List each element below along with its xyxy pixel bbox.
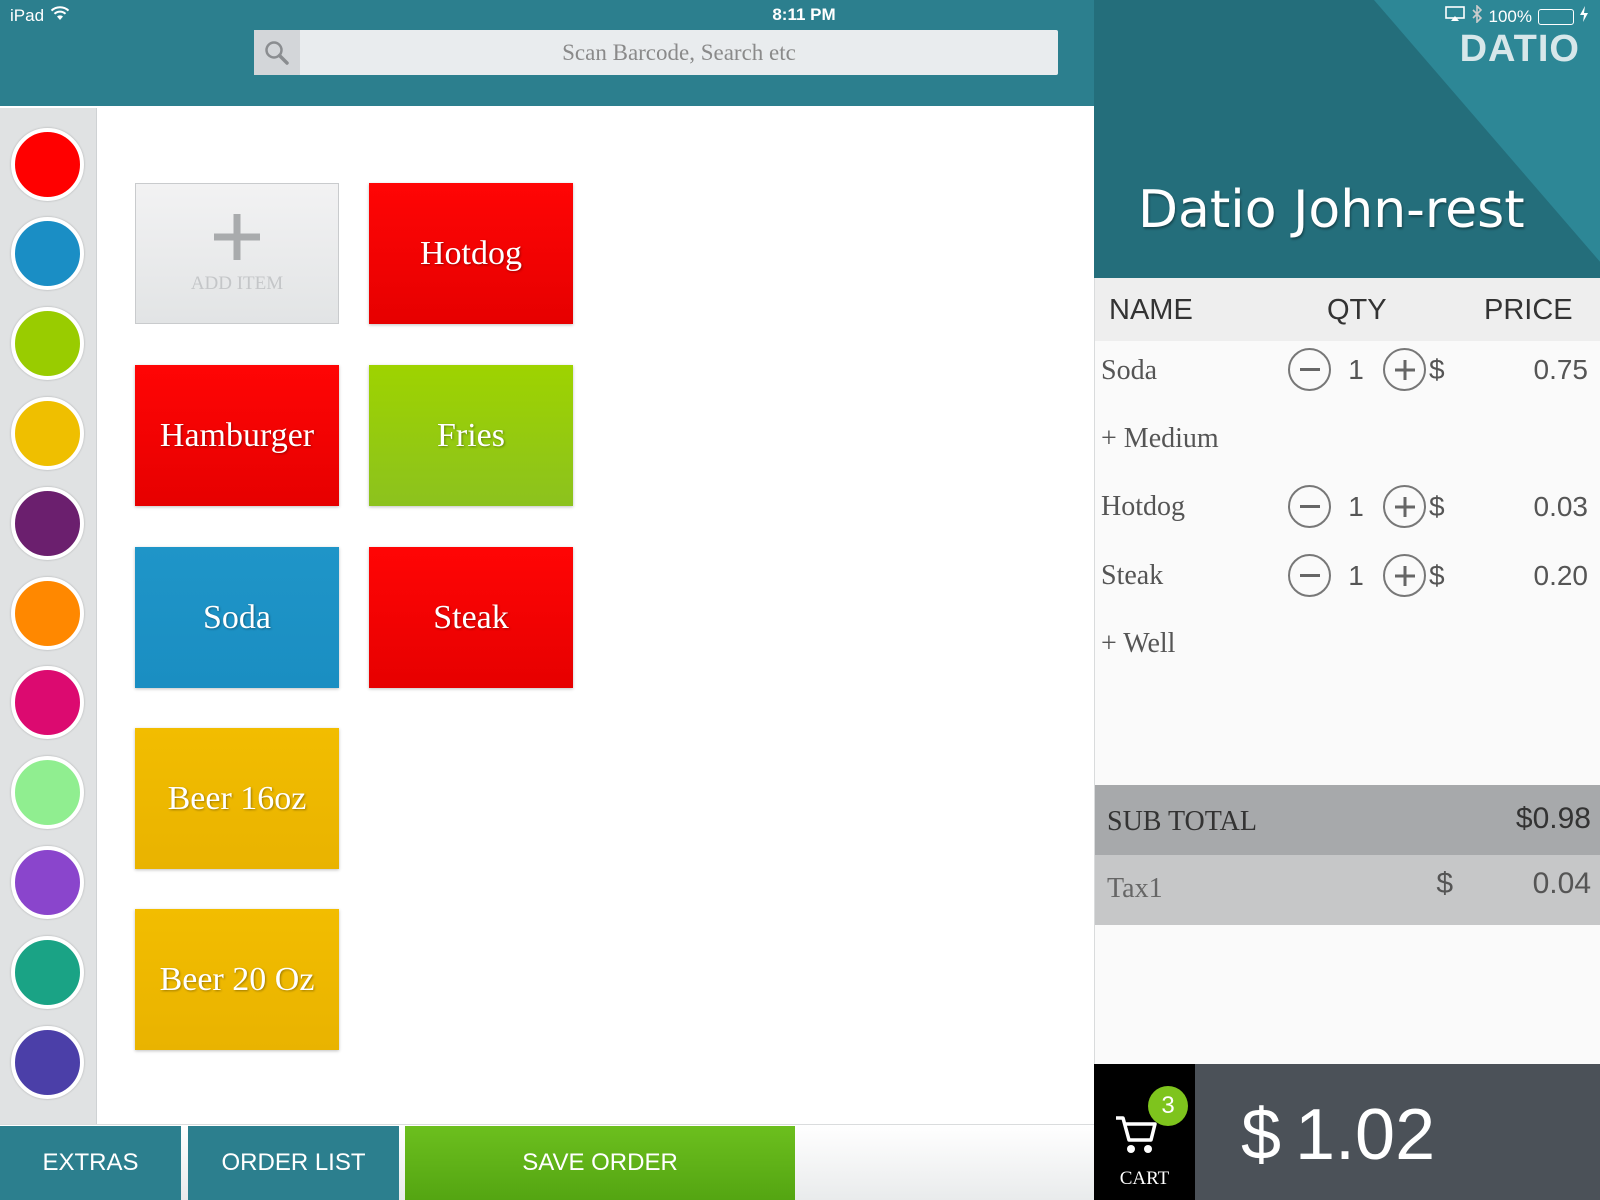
- cart-item-name[interactable]: Soda: [1101, 355, 1157, 387]
- col-price-header: PRICE: [1484, 294, 1573, 326]
- add-item-button[interactable]: ADD ITEM: [135, 183, 339, 324]
- cart-item-modifier: + Medium: [1101, 423, 1219, 454]
- search-input[interactable]: [300, 30, 1058, 75]
- color-swatch-red[interactable]: [11, 128, 84, 201]
- color-filter-sidebar: [0, 108, 97, 1124]
- cart-button[interactable]: 3 CART: [1094, 1064, 1195, 1200]
- subtotal-label: SUB TOTAL: [1107, 806, 1257, 837]
- col-name-header: NAME: [1109, 294, 1193, 326]
- color-swatch-magenta[interactable]: [11, 666, 84, 739]
- order-total: $ 1.02: [1195, 1064, 1600, 1200]
- decrease-qty-button[interactable]: [1288, 554, 1331, 597]
- color-swatch-blue[interactable]: [11, 217, 84, 290]
- decrease-qty-button[interactable]: [1288, 348, 1331, 391]
- item-tile-hamburger[interactable]: Hamburger: [135, 365, 339, 506]
- tax-row: Tax1 $ 0.04: [1095, 855, 1600, 925]
- cart-item-qty: 1: [1348, 354, 1364, 385]
- save-order-button[interactable]: SAVE ORDER: [405, 1126, 795, 1200]
- decrease-qty-button[interactable]: [1288, 485, 1331, 528]
- color-swatch-light-green[interactable]: [11, 756, 84, 829]
- total-value: 1.02: [1295, 1095, 1436, 1175]
- item-tile-beer-20oz[interactable]: Beer 20 Oz: [135, 909, 339, 1050]
- device-label: iPad: [10, 5, 45, 25]
- bluetooth-icon: [1471, 4, 1483, 28]
- color-swatch-orange[interactable]: [11, 577, 84, 650]
- cart-count-badge: 3: [1148, 1086, 1188, 1126]
- increase-qty-button[interactable]: [1383, 485, 1426, 528]
- tax-label: Tax1: [1107, 873, 1163, 904]
- status-bar-right: 100%: [1444, 4, 1588, 28]
- item-tile-hotdog[interactable]: Hotdog: [369, 183, 573, 324]
- color-swatch-violet[interactable]: [11, 846, 84, 919]
- charging-icon: [1580, 6, 1588, 27]
- tax-currency: $: [1436, 867, 1453, 900]
- cart-item-price: 0.03: [1533, 491, 1589, 522]
- status-time: 8:11 PM: [772, 5, 836, 24]
- tax-value: 0.04: [1532, 867, 1591, 900]
- item-tile-steak[interactable]: Steak: [369, 547, 573, 688]
- cart-item-modifier: + Well: [1101, 628, 1176, 659]
- search-bar: [254, 30, 1058, 75]
- increase-qty-button[interactable]: [1383, 348, 1426, 391]
- wifi-icon: [50, 5, 70, 26]
- cart-table-header: NAME QTY PRICE: [1095, 278, 1600, 341]
- extras-button[interactable]: EXTRAS: [0, 1126, 181, 1200]
- increase-qty-button[interactable]: [1383, 554, 1426, 597]
- color-swatch-indigo[interactable]: [11, 1026, 84, 1099]
- plus-icon: [212, 212, 262, 271]
- color-swatch-purple[interactable]: [11, 487, 84, 560]
- store-header: 100% DATIO Datio John-rest: [1094, 0, 1600, 278]
- battery-percent: 100%: [1488, 6, 1532, 26]
- color-swatch-lime[interactable]: [11, 307, 84, 380]
- search-icon[interactable]: [254, 30, 300, 75]
- cart-item-price: 0.20: [1533, 560, 1589, 591]
- currency-symbol: $: [1429, 560, 1445, 591]
- cart-item-qty: 1: [1348, 491, 1364, 522]
- cart-item-name[interactable]: Hotdog: [1101, 491, 1185, 523]
- item-tile-fries[interactable]: Fries: [369, 365, 573, 506]
- store-name: Datio John-rest: [1138, 180, 1525, 240]
- cart-label: CART: [1119, 1168, 1170, 1189]
- cart-item-name[interactable]: Steak: [1101, 560, 1163, 592]
- battery-icon: [1538, 8, 1574, 25]
- order-list-button[interactable]: ORDER LIST: [188, 1126, 399, 1200]
- currency-symbol: $: [1429, 491, 1445, 522]
- add-item-label: ADD ITEM: [190, 273, 284, 294]
- cart-item-qty: 1: [1348, 560, 1364, 591]
- brand-logo: DATIO: [1459, 28, 1580, 70]
- color-swatch-yellow[interactable]: [11, 397, 84, 470]
- col-qty-header: QTY: [1327, 294, 1387, 326]
- status-bar-left: iPad: [10, 5, 70, 26]
- cart-panel: NAME QTY PRICE Soda 1 $ 0.75 + Medium Ho…: [1094, 278, 1600, 1064]
- item-tile-soda[interactable]: Soda: [135, 547, 339, 688]
- cart-icon: [1114, 1114, 1158, 1161]
- top-bar: iPad 8:11 PM: [0, 0, 1094, 106]
- currency-symbol: $: [1429, 354, 1445, 385]
- total-currency: $: [1241, 1095, 1282, 1175]
- color-swatch-teal[interactable]: [11, 936, 84, 1009]
- item-tile-beer-16oz[interactable]: Beer 16oz: [135, 728, 339, 869]
- subtotal-row: SUB TOTAL $0.98: [1095, 785, 1600, 855]
- cart-item-price: 0.75: [1533, 354, 1589, 385]
- subtotal-value: $0.98: [1515, 802, 1591, 835]
- airplay-icon: [1444, 6, 1465, 27]
